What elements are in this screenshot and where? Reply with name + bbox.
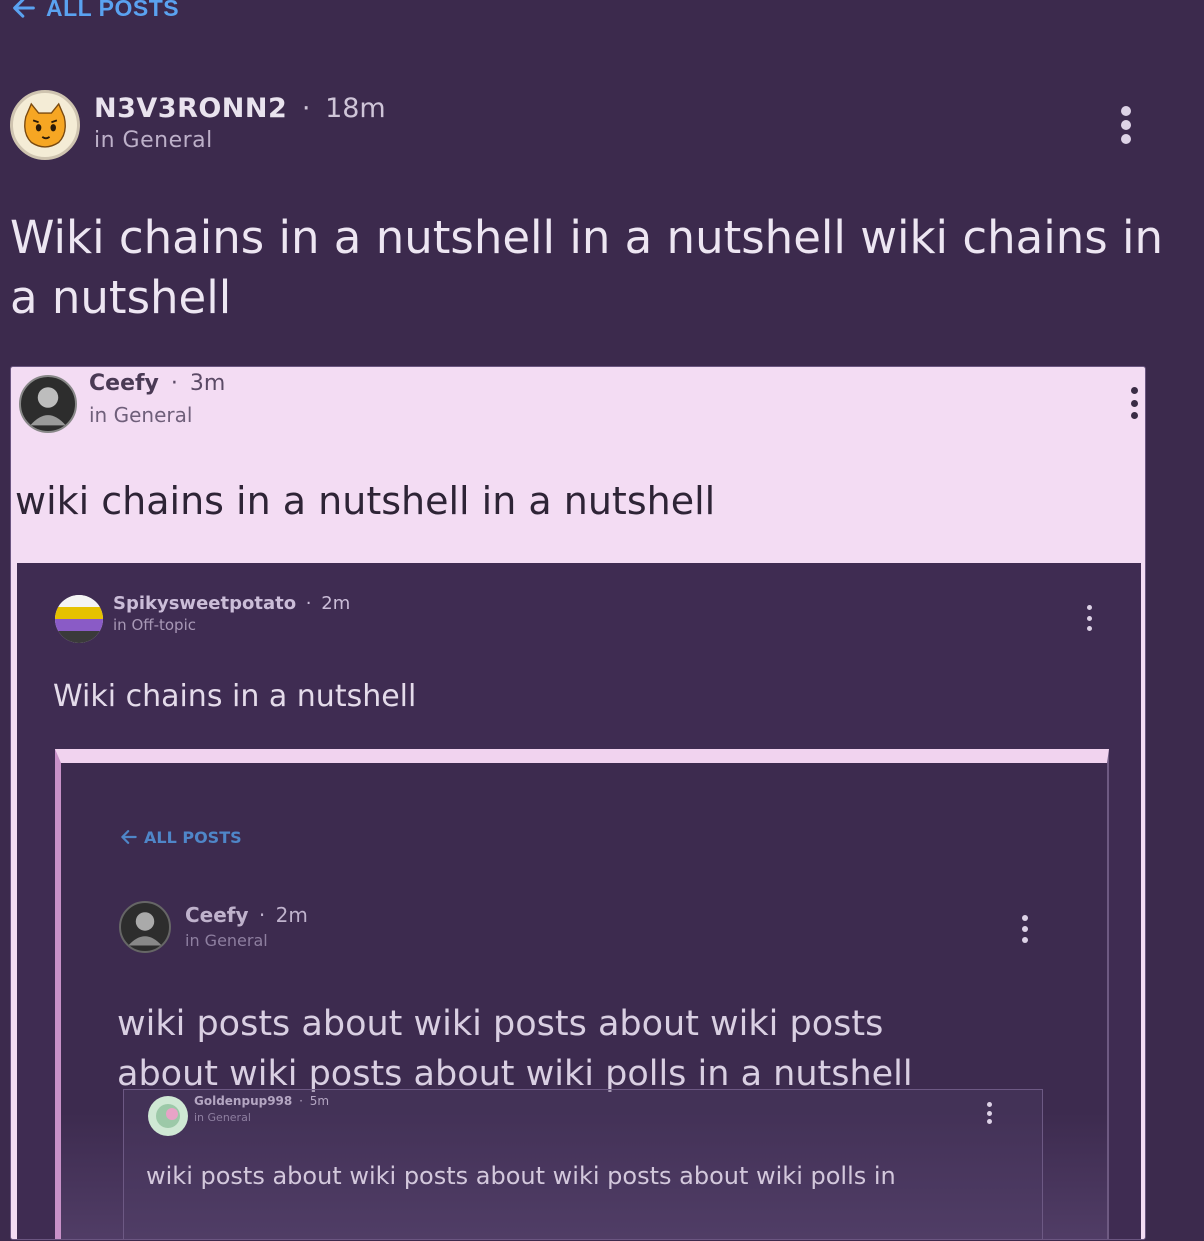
avatar xyxy=(19,375,77,433)
avatar xyxy=(119,901,171,953)
post-title: Wiki chains in a nutshell in a nutshell … xyxy=(10,211,1163,324)
flag-avatar-icon xyxy=(55,595,103,643)
embed4-panel: Goldenpup998 · 5m in General wiki posts … xyxy=(123,1089,1043,1239)
all-posts-link[interactable]: ALL POSTS xyxy=(10,0,179,22)
avatar[interactable] xyxy=(10,90,80,160)
meta-separator: · xyxy=(170,371,178,396)
arrow-left-icon xyxy=(121,830,137,844)
embed1-category: in General xyxy=(89,403,193,427)
embed1-meta: Ceefy · 3m xyxy=(89,371,225,396)
meta-separator: · xyxy=(258,903,266,927)
all-posts-label: ALL POSTS xyxy=(46,0,180,21)
all-posts-label: ALL POSTS xyxy=(144,827,242,847)
embed2-category: in Off-topic xyxy=(113,616,196,634)
embed2-panel: Spikysweetpotato · 2m in Off-topic Wiki … xyxy=(17,563,1141,1239)
meta-separator: · xyxy=(299,1094,303,1108)
all-posts-link: ALL POSTS xyxy=(119,827,242,847)
post-time: 18m xyxy=(325,93,386,124)
arrow-left-icon xyxy=(13,0,35,18)
embed3-title-line-1: wiki posts about wiki posts about wiki p… xyxy=(117,1004,884,1044)
embed3-category: in General xyxy=(185,931,268,950)
meta-separator: · xyxy=(301,93,311,124)
more-options-icon xyxy=(1129,387,1139,419)
embed2-meta: Spikysweetpotato · 2m xyxy=(113,593,350,614)
embed1-author: Ceefy xyxy=(89,371,159,396)
more-options-icon xyxy=(1021,915,1029,943)
author-name[interactable]: N3V3RONN2 xyxy=(94,93,287,124)
embed3-title: wiki posts about wiki posts about wiki p… xyxy=(117,999,913,1099)
embed2-title: Wiki chains in a nutshell xyxy=(53,679,417,714)
embed3-meta: Ceefy · 2m xyxy=(185,903,308,927)
meta-separator: · xyxy=(305,593,312,614)
embed4-author: Goldenpup998 xyxy=(194,1094,293,1108)
embed3-author: Ceefy xyxy=(185,903,249,927)
avatar xyxy=(55,595,103,643)
embed3-time: 2m xyxy=(275,903,308,927)
embed2-author: Spikysweetpotato xyxy=(113,593,297,614)
cat-avatar-icon xyxy=(24,102,66,148)
embed4-time: 5m xyxy=(309,1094,330,1108)
user-avatar-icon xyxy=(30,387,66,426)
embed2-time: 2m xyxy=(321,593,351,614)
post-meta: N3V3RONN2 · 18m xyxy=(94,93,386,124)
more-options-icon xyxy=(986,1102,992,1124)
embed3-panel: ALL POSTS Ceefy · 2m in General wiki pos… xyxy=(55,749,1109,1239)
user-avatar-icon xyxy=(156,1104,180,1128)
embed4-meta: Goldenpup998 · 5m xyxy=(194,1094,329,1108)
embed4-category: in General xyxy=(194,1111,251,1124)
embed1-time: 3m xyxy=(189,371,226,396)
post-image[interactable]: Ceefy · 3m in General wiki chains in a n… xyxy=(10,366,1146,1240)
post-category[interactable]: in General xyxy=(94,128,213,153)
more-options-button[interactable] xyxy=(1118,106,1134,144)
embed4-title: wiki posts about wiki posts about wiki p… xyxy=(146,1162,896,1190)
user-avatar-icon xyxy=(128,912,162,946)
more-options-icon xyxy=(1121,106,1131,116)
avatar xyxy=(148,1096,188,1136)
more-options-icon xyxy=(1085,605,1093,631)
embed1-title: wiki chains in a nutshell in a nutshell xyxy=(15,479,716,523)
